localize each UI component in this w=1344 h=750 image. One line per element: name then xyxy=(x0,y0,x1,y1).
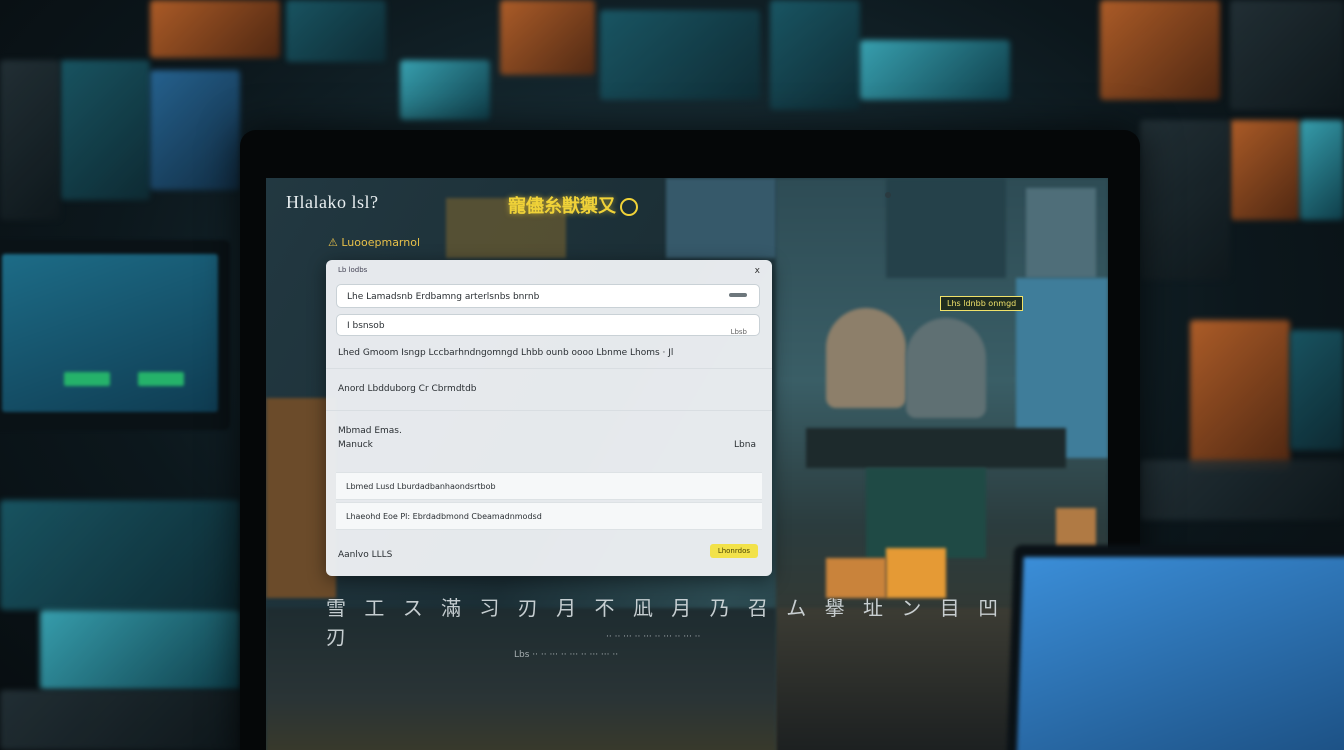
background-screen xyxy=(860,40,1010,100)
warning-line: ⚠ Luooepmarnol xyxy=(328,236,421,249)
caption-subline: ·· ·· ··· ·· ··· ·· ··· ·· ··· ·· xyxy=(606,632,701,642)
circle-icon xyxy=(620,198,638,216)
list-item[interactable]: Lbmed Lusd Lburdadbanhaondsrtbob xyxy=(336,472,762,500)
background-screen xyxy=(0,690,240,750)
background-screen xyxy=(1230,0,1344,110)
background-screen xyxy=(1230,120,1300,220)
background-screen xyxy=(286,0,386,62)
background-screen xyxy=(60,60,150,200)
scene-photo-block xyxy=(886,178,1006,278)
scene-photo-block xyxy=(806,428,1066,468)
list-item[interactable]: Lhaeohd Eoe Pl: Ebrdadbmond Cbeamadnmods… xyxy=(336,502,762,530)
background-screen xyxy=(1300,120,1344,220)
secondary-input-value: I bsnsob xyxy=(347,321,385,331)
slider-handle-icon[interactable] xyxy=(729,293,747,297)
background-screen xyxy=(600,10,760,100)
section-title: Anord Lbdduborg Cr Cbrmdtdb xyxy=(338,384,477,394)
list-item-label: Lhaeohd Eoe Pl: Ebrdadbmond Cbeamadnmods… xyxy=(346,512,542,521)
background-screen xyxy=(1140,460,1344,520)
description-line: Lhed Gmoom Isngp Lccbarhndngomngd Lhbb o… xyxy=(338,348,674,358)
scene-overlay-label: Lhs ldnbb onmgd xyxy=(940,296,1024,311)
scene-photo-block xyxy=(886,548,946,598)
background-screen xyxy=(1290,330,1344,450)
background-screen xyxy=(40,610,240,690)
caption-line: 雪 工 ス 滿 习 刃 月 不 凪 月 乃 召 ム 擧 址 ン 目 凹 ‹ 凪 … xyxy=(326,596,1108,649)
meta-label-2: Manuck xyxy=(338,440,373,450)
scene: Hlalako lsl? 寵儘糸獣禦又 ⚠ Luooepmarnol Lhs l… xyxy=(0,0,1344,750)
search-input[interactable]: Lhe Lamadsnb Erdbamng arterlsnbs bnrnb xyxy=(336,284,760,308)
background-screen xyxy=(150,0,280,58)
secondary-input-right-label: Lbsb xyxy=(730,328,747,336)
background-screen xyxy=(1190,320,1290,470)
background-screen xyxy=(770,0,860,110)
background-monitor-right xyxy=(1005,545,1344,750)
list-item-label: Lbmed Lusd Lburdadbanhaondsrtbob xyxy=(346,482,496,491)
dialog-header-label: Lb lodbs xyxy=(338,266,368,274)
background-screen xyxy=(500,0,595,75)
background-screen xyxy=(0,500,240,610)
site-title: Hlalako lsl? xyxy=(286,192,379,212)
background-screen xyxy=(0,60,60,220)
dialog-header: Lb lodbs x xyxy=(338,266,760,280)
banner-title: 寵儘糸獣禦又 xyxy=(508,192,638,218)
background-screen xyxy=(1100,0,1220,100)
footer-badge-button[interactable]: Lhonrdos xyxy=(709,544,758,558)
laptop: Hlalako lsl? 寵儘糸獣禦又 ⚠ Luooepmarnol Lhs l… xyxy=(240,130,1140,750)
meta-label-1: Mbmad Emas. xyxy=(338,426,402,436)
divider xyxy=(326,410,772,411)
scene-photo-block xyxy=(1056,508,1096,548)
scene-photo-block xyxy=(666,178,776,258)
meta-right-value: Lbna xyxy=(734,440,756,450)
scene-photo-block xyxy=(826,308,906,408)
caption-subline: Lbs ·· ·· ··· ·· ··· ·· ··· ··· ·· xyxy=(514,650,619,660)
camera-icon xyxy=(885,192,891,198)
scene-photo-block xyxy=(906,318,986,418)
background-screen xyxy=(400,60,490,120)
laptop-screen: Hlalako lsl? 寵儘糸獣禦又 ⚠ Luooepmarnol Lhs l… xyxy=(266,178,1108,750)
scene-photo-block xyxy=(1026,188,1096,278)
background-screen xyxy=(150,70,240,190)
background-screen xyxy=(1140,120,1230,280)
scene-photo-block xyxy=(866,468,986,558)
secondary-input[interactable]: I bsnsob Lbsb xyxy=(336,314,760,336)
footer-label: Aanlvo LLLS xyxy=(338,550,393,560)
divider xyxy=(326,368,772,369)
dialog-panel: Lb lodbs x Lhe Lamadsnb Erdbamng arterls… xyxy=(326,260,772,576)
search-input-value: Lhe Lamadsnb Erdbamng arterlsnbs bnrnb xyxy=(347,292,540,302)
background-monitor-left xyxy=(0,240,230,430)
close-icon[interactable]: x xyxy=(755,266,760,276)
banner-title-text: 寵儘糸獣禦又 xyxy=(508,196,616,217)
